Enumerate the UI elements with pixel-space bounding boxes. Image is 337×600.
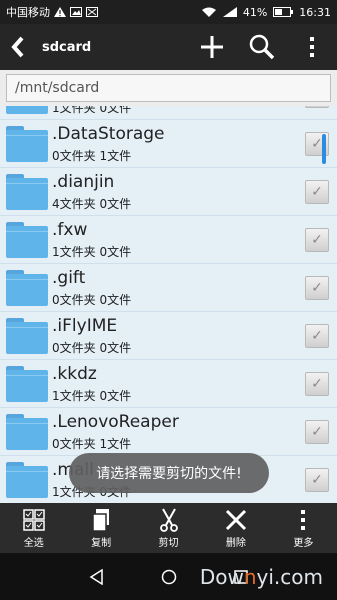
item-name: .kkdz <box>52 364 97 384</box>
item-checkbox[interactable]: ✓ <box>305 372 329 396</box>
path-bar <box>0 70 337 106</box>
file-list[interactable]: 1文件夹 0文件 ✓ .DataStorage 0文件夹 1文件 ✓ .dian… <box>0 106 337 503</box>
item-meta: 0文件夹 0文件 <box>52 293 132 307</box>
item-name: .fxw <box>52 220 88 240</box>
folder-icon <box>6 106 48 114</box>
item-checkbox[interactable]: ✓ <box>305 180 329 204</box>
signal-icon <box>222 7 237 17</box>
list-item[interactable]: .DataStorage 0文件夹 1文件 ✓ <box>0 120 337 168</box>
select-all-label: 全选 <box>23 537 44 549</box>
item-checkbox[interactable]: ✓ <box>305 420 329 444</box>
warning-icon <box>54 7 66 17</box>
item-name: .DataStorage <box>52 124 165 144</box>
item-meta: 1文件夹 0文件 <box>52 106 132 115</box>
scissors-icon <box>159 508 178 532</box>
folder-icon <box>6 414 48 450</box>
more-vertical-icon <box>310 37 314 57</box>
cut-label: 剪切 <box>158 537 179 549</box>
cut-button[interactable]: 剪切 <box>135 503 202 553</box>
wifi-icon <box>201 7 216 17</box>
delete-x-icon <box>225 509 246 530</box>
item-meta: 0文件夹 1文件 <box>52 437 132 451</box>
item-checkbox[interactable]: ✓ <box>305 106 329 108</box>
app-toolbar: sdcard <box>0 24 337 70</box>
list-item[interactable]: .iFlyIME 0文件夹 0文件 ✓ <box>0 312 337 360</box>
watermark-text-c: yi.com <box>256 565 323 589</box>
list-item[interactable]: .dianjin 4文件夹 0文件 ✓ <box>0 168 337 216</box>
carrier-label: 中国移动 <box>6 6 50 19</box>
more-vertical-icon <box>301 509 306 530</box>
battery-icon <box>273 7 294 17</box>
folder-icon <box>6 366 48 402</box>
item-name: .iFlyIME <box>52 316 118 336</box>
list-item[interactable]: .fxw 1文件夹 0文件 ✓ <box>0 216 337 264</box>
item-name: .LenovoReaper <box>52 412 179 432</box>
item-name: .gift <box>52 268 86 288</box>
status-bar: 中国移动 41% 16:31 <box>0 0 337 24</box>
item-checkbox[interactable]: ✓ <box>305 276 329 300</box>
clock: 16:31 <box>299 5 331 19</box>
delete-button[interactable]: 删除 <box>202 503 269 553</box>
path-input[interactable] <box>6 74 331 102</box>
list-item[interactable]: .kkdz 1文件夹 0文件 ✓ <box>0 360 337 408</box>
copy-icon <box>92 508 110 532</box>
item-checkbox[interactable]: ✓ <box>305 468 329 492</box>
select-all-button[interactable]: 全选 <box>0 503 67 553</box>
delete-label: 删除 <box>225 537 246 549</box>
more-button[interactable]: 更多 <box>270 503 337 553</box>
watermark-text-b: n <box>243 565 257 589</box>
copy-button[interactable]: 复制 <box>67 503 134 553</box>
list-item[interactable]: .gift 0文件夹 0文件 ✓ <box>0 264 337 312</box>
toast-message: 请选择需要剪切的文件! <box>69 453 269 493</box>
nav-back-icon[interactable] <box>89 568 105 585</box>
search-icon <box>249 34 275 60</box>
folder-icon <box>6 126 48 162</box>
item-meta: 1文件夹 0文件 <box>52 389 132 403</box>
item-meta: 0文件夹 0文件 <box>52 341 132 355</box>
back-button[interactable] <box>0 24 36 70</box>
item-checkbox[interactable]: ✓ <box>305 228 329 252</box>
blocked-notification-icon <box>86 7 98 17</box>
folder-icon <box>6 270 48 306</box>
item-meta: 0文件夹 1文件 <box>52 149 132 163</box>
item-checkbox[interactable]: ✓ <box>305 324 329 348</box>
action-bar: 全选 复制 剪切 删除 更多 <box>0 503 337 553</box>
battery-level: 41% <box>242 5 268 19</box>
scroll-indicator[interactable] <box>322 134 326 164</box>
back-arrow-icon <box>11 36 24 58</box>
list-item[interactable]: 1文件夹 0文件 ✓ <box>0 106 337 120</box>
folder-icon <box>6 222 48 258</box>
item-meta: 4文件夹 0文件 <box>52 197 132 211</box>
image-notification-icon <box>70 7 82 17</box>
add-button[interactable] <box>187 24 237 70</box>
watermark-text-a: Dow <box>199 565 244 589</box>
copy-label: 复制 <box>91 537 112 549</box>
select-all-icon <box>22 508 45 531</box>
more-label: 更多 <box>293 537 314 549</box>
overflow-menu-button[interactable] <box>287 24 337 70</box>
folder-icon <box>6 462 48 498</box>
list-item[interactable]: .LenovoReaper 0文件夹 1文件 ✓ <box>0 408 337 456</box>
toolbar-title: sdcard <box>42 39 92 55</box>
plus-icon <box>201 36 223 58</box>
watermark-logo: Downyi.com <box>200 565 323 589</box>
folder-icon <box>6 318 48 354</box>
folder-icon <box>6 174 48 210</box>
item-meta: 1文件夹 0文件 <box>52 245 132 259</box>
search-button[interactable] <box>237 24 287 70</box>
nav-home-icon[interactable] <box>161 569 177 585</box>
item-name: .dianjin <box>52 172 115 192</box>
